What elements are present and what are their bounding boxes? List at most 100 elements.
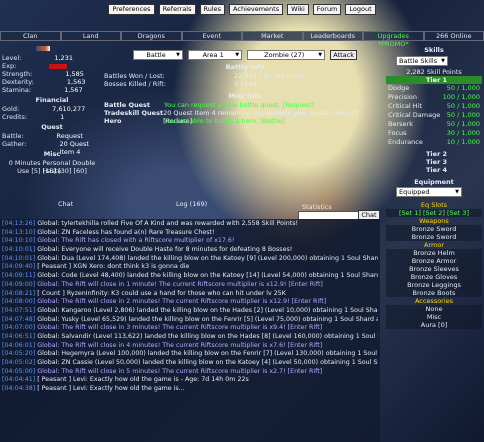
nav-leaderboards[interactable]: Leaderboards bbox=[302, 31, 363, 41]
dexterity-label: Dexterity: bbox=[2, 78, 34, 86]
stamina-value: 1,567 bbox=[64, 86, 83, 94]
haste-5[interactable]: [5] bbox=[31, 167, 40, 175]
battle-panel: Battle ▼ Area 1 ▼ Zombie (27) ▼ Attack Batt… bbox=[104, 50, 386, 125]
hero-value[interactable]: You are able to battle a hero. [Battle] bbox=[164, 117, 285, 125]
chat-timestamp: [04:07:00] bbox=[2, 324, 36, 332]
accessory-slot[interactable]: None bbox=[386, 305, 482, 313]
battle-quest-link[interactable]: Request bbox=[57, 132, 102, 140]
level-value: 1,231 bbox=[54, 54, 73, 62]
skill-berserk-name: Berserk bbox=[388, 120, 413, 128]
left-panel: Level: 1,231 Exp: Strength: 1,585 Dexterit… bbox=[2, 46, 102, 175]
weapon-slot-1[interactable]: Bronze Sword bbox=[386, 225, 482, 233]
achievements-link[interactable]: Achievements bbox=[229, 3, 284, 15]
preferences-link[interactable]: Preferences bbox=[108, 3, 155, 15]
skill-crit-hit-value[interactable]: 50 / 1,000 bbox=[447, 102, 480, 111]
misc-slot[interactable]: Misc bbox=[386, 313, 482, 321]
chat-message: [04:05:00] Global: The Rift will close i… bbox=[2, 368, 378, 377]
skill-dodge-name: Dodge bbox=[388, 84, 410, 92]
tradeskill-value[interactable]: 20 Quest Item 4 remaining to complete yo… bbox=[163, 109, 386, 125]
nav-clan[interactable]: Clan bbox=[0, 31, 61, 41]
misc-info-title: Misc Info bbox=[228, 92, 262, 100]
armor-sleeves[interactable]: Bronze Sleeves bbox=[386, 265, 482, 273]
armor-leggings[interactable]: Bronze Leggings bbox=[386, 281, 482, 289]
eq-slots-label: Eq Slots bbox=[420, 201, 448, 209]
armor-body[interactable]: Bronze Armor bbox=[386, 257, 482, 265]
chat-text: Global: The Rift will close in 4 minutes… bbox=[37, 341, 323, 349]
aura-slot[interactable]: Aura [0] bbox=[386, 321, 482, 329]
skills-select[interactable]: Battle Skills ▼ bbox=[396, 56, 448, 66]
chat-text: Global: Salvandir (Level 113,622) landed… bbox=[37, 332, 378, 340]
chat-tabs: Chat Log (169) Statistics bbox=[0, 197, 384, 211]
tab-chat[interactable]: Chat bbox=[58, 200, 73, 208]
tab-log[interactable]: Log (169) bbox=[176, 200, 207, 208]
equipment-select[interactable]: Equipped ▼ bbox=[396, 187, 462, 197]
skill-crit-hit-name: Critical Hit bbox=[388, 102, 423, 110]
nav-land[interactable]: Land bbox=[60, 31, 121, 41]
skill-berserk-value[interactable]: 50 / 1,000 bbox=[447, 120, 480, 129]
chat-text: Global: Everyone will receive Double Has… bbox=[37, 246, 293, 254]
tab-statistics[interactable]: Statistics bbox=[302, 203, 332, 211]
armor-boots[interactable]: Bronze Boots bbox=[386, 289, 482, 297]
weapon-slot-2[interactable]: Bronze Sword bbox=[386, 233, 482, 241]
nav-dragons[interactable]: Dragons bbox=[121, 31, 182, 41]
nav-online-count[interactable]: 266 Online bbox=[423, 31, 484, 41]
chat-text: Global: Yusky (Level 65,529) landed the … bbox=[37, 315, 378, 323]
skill-focus-value[interactable]: 30 / 1,000 bbox=[447, 129, 480, 138]
chat-timestamp: [04:09:00] bbox=[2, 280, 36, 288]
haste-60[interactable]: [60] bbox=[74, 167, 87, 175]
tier-1-header[interactable]: Tier 1 bbox=[386, 76, 482, 84]
tier-2-header[interactable]: Tier 2 bbox=[386, 150, 482, 158]
misc-title: Misc bbox=[43, 150, 61, 158]
armor-gloves[interactable]: Bronze Gloves bbox=[386, 273, 482, 281]
chat-timestamp: [04:04:41] bbox=[2, 376, 36, 384]
chat-timestamp: [04:06:01] bbox=[2, 341, 36, 349]
battle-mode-select[interactable]: Battle ▼ bbox=[133, 50, 183, 60]
chat-timestamp: [04:13:26] bbox=[2, 220, 36, 227]
skill-dodge-value[interactable]: 50 / 1,000 bbox=[447, 84, 480, 93]
haste-30[interactable]: [30] bbox=[58, 167, 71, 175]
haste-15[interactable]: [15] bbox=[43, 167, 56, 175]
chat-message: [04:08:21] [ Count ] RyzenInfinity: K3 c… bbox=[2, 290, 378, 299]
referrals-link[interactable]: Referrals bbox=[158, 3, 196, 15]
chat-timestamp: [04:08:00] bbox=[2, 298, 36, 306]
armor-helm[interactable]: Bronze Helm bbox=[386, 249, 482, 257]
attack-button[interactable]: Attack bbox=[330, 50, 357, 60]
logout-link[interactable]: Logout bbox=[345, 3, 376, 15]
chat-text: [ Peasant ] Levi: Exactly how old the ga… bbox=[37, 385, 185, 393]
dexterity-value: 1,563 bbox=[66, 78, 86, 86]
chevron-down-icon: ▼ bbox=[455, 189, 459, 195]
stamina-label: Stamina: bbox=[2, 86, 32, 94]
rules-link[interactable]: Rules bbox=[199, 3, 226, 15]
battle-quest-info-value[interactable]: You can request a new battle quest. [Req… bbox=[164, 101, 314, 109]
skill-precision-value[interactable]: 100 / 1,000 bbox=[443, 93, 480, 102]
chat-message: [04:06:01] Global: The Rift will close i… bbox=[2, 342, 378, 351]
avatar-row bbox=[2, 46, 102, 54]
forum-link[interactable]: Forum bbox=[312, 3, 342, 15]
chat-message: [04:04:41] [ Peasant ] Levi: Exactly how… bbox=[2, 376, 378, 385]
eq-sets[interactable]: [Set 1] [Set 2] [Set 3] bbox=[386, 209, 482, 217]
credits-label: Credits: bbox=[2, 113, 28, 121]
nav-event[interactable]: Event bbox=[181, 31, 242, 41]
chat-timestamp: [04:07:51] bbox=[2, 306, 36, 314]
gather-value: 20 Quest Item 4 bbox=[59, 140, 89, 156]
area-select[interactable]: Area 1 ▼ bbox=[188, 50, 243, 60]
chat-text: [ Peasant ] XGN Xero: dont think k3 is g… bbox=[37, 263, 190, 271]
tier-3-header[interactable]: Tier 3 bbox=[386, 158, 482, 166]
wiki-link[interactable]: Wiki bbox=[287, 3, 309, 15]
chat-timestamp: [04:10:01] bbox=[2, 246, 36, 254]
skill-points: 2,282 Skill Points bbox=[406, 68, 462, 76]
chat-text: Global: The Rift will close in 5 minutes… bbox=[37, 367, 323, 375]
tier-4-header[interactable]: Tier 4 bbox=[386, 166, 482, 174]
nav-market[interactable]: Market bbox=[242, 31, 303, 41]
skill-endurance-value[interactable]: 10 / 1,000 bbox=[447, 138, 480, 147]
avatar[interactable] bbox=[36, 46, 50, 51]
financial-title: Financial bbox=[35, 96, 69, 104]
enemy-select[interactable]: Zombie (27) ▼ bbox=[247, 50, 326, 60]
quest-title: Quest bbox=[41, 123, 63, 131]
chat-timestamp: [04:08:21] bbox=[2, 289, 36, 297]
nav-upgrades[interactable]: Upgrades *PROMO* bbox=[363, 31, 424, 48]
chat-log[interactable]: [04:13:26] Global: tylertekhilla rolled … bbox=[0, 219, 380, 442]
skill-crit-dmg-value[interactable]: 50 / 1,000 bbox=[447, 111, 480, 120]
chat-text: [ Peasant ] Levi: Exactly how old the ga… bbox=[37, 376, 249, 384]
chat-timestamp: [04:09:11] bbox=[2, 272, 36, 280]
